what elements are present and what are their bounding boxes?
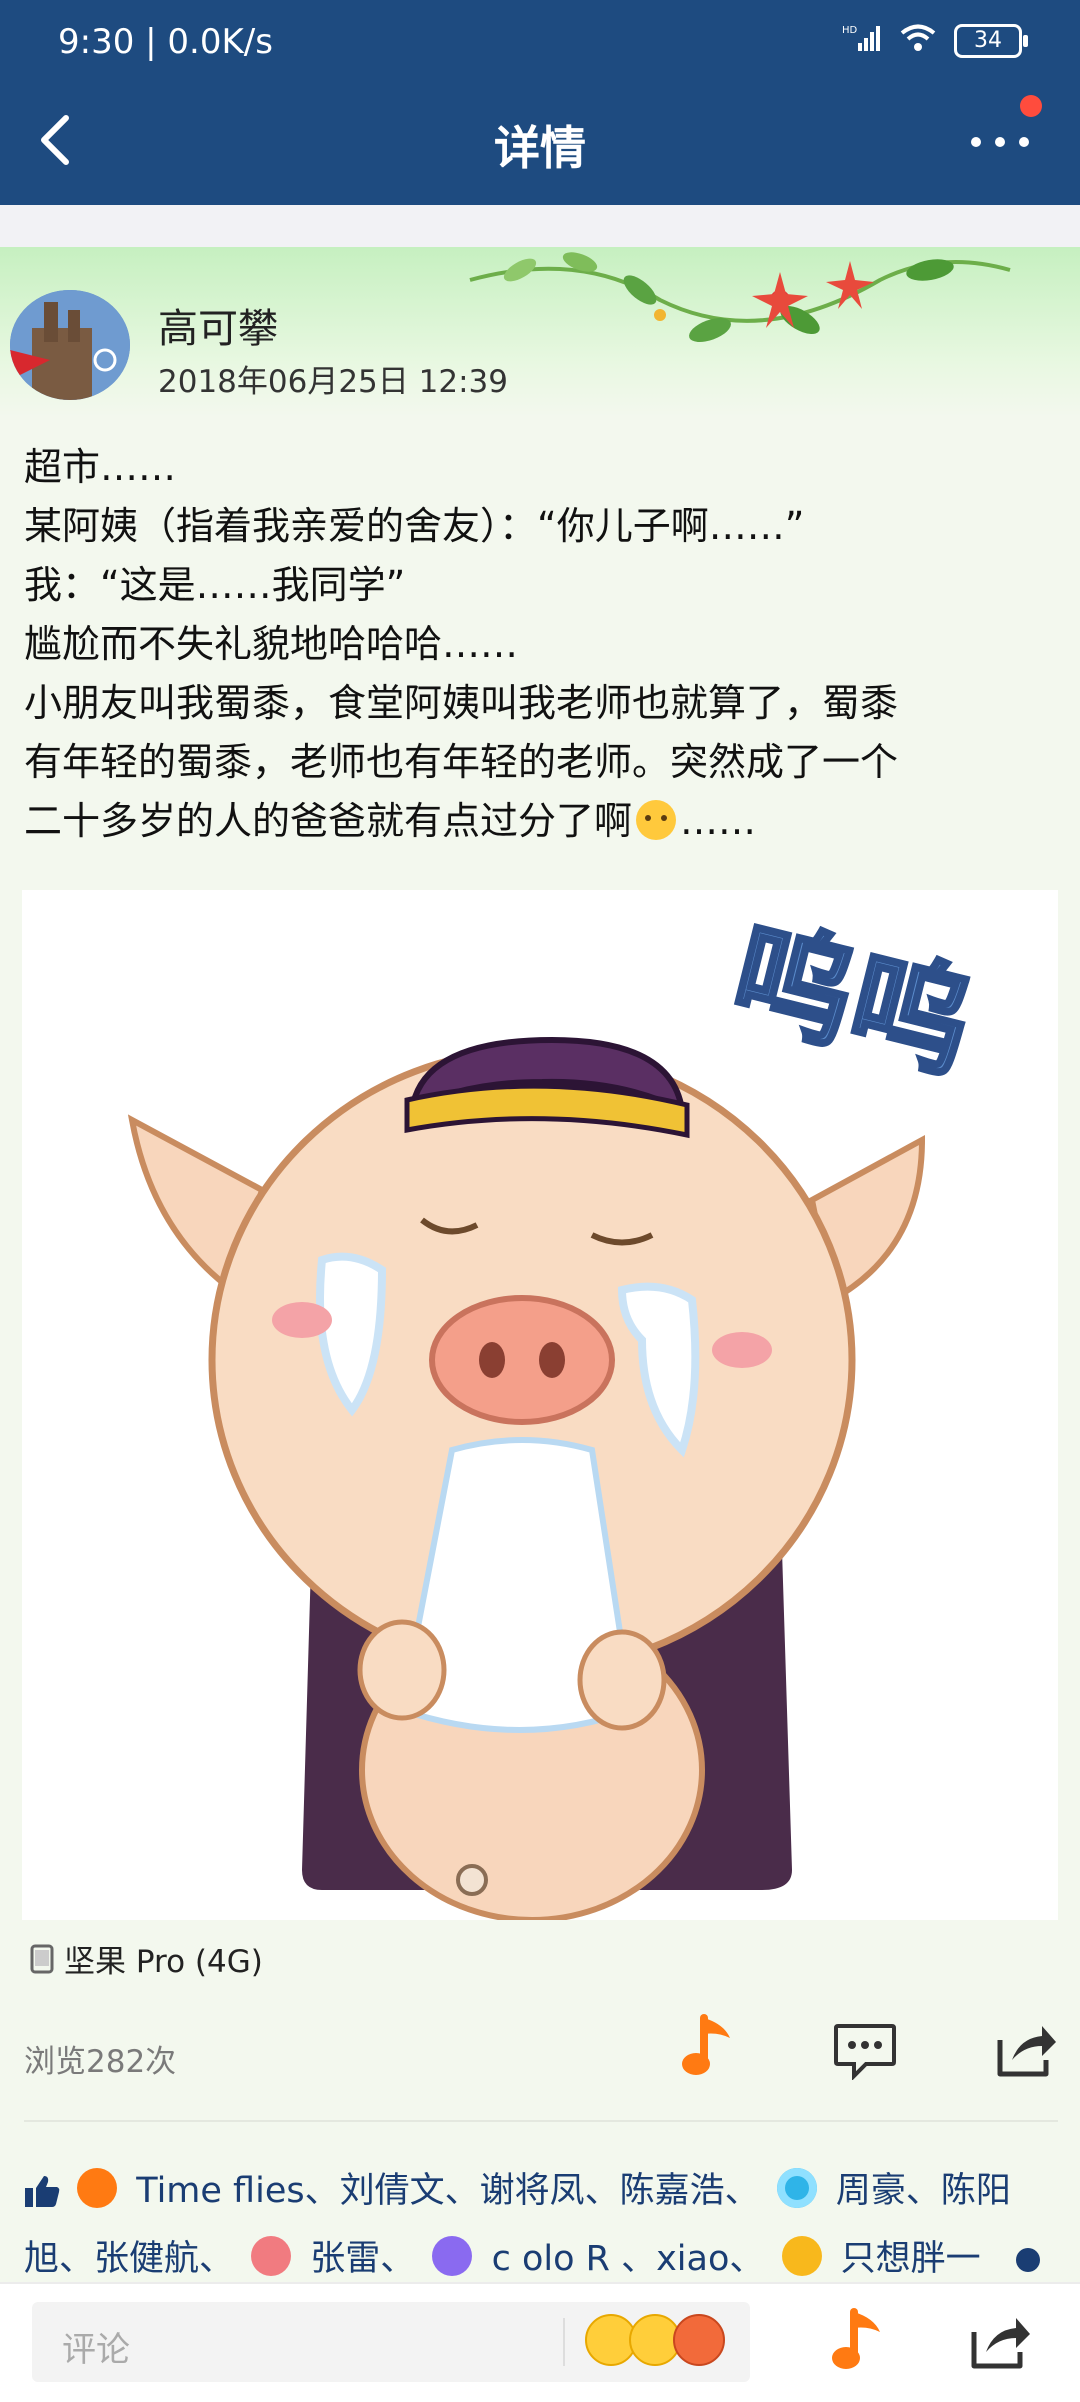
signal-icon: HD: [842, 23, 882, 58]
sticker-text: 呜呜: [719, 904, 985, 1097]
emoji-separator: [563, 2318, 565, 2366]
post-content: 超市…… 某阿姨（指着我亲爱的舍友）：“你儿子啊……” 我：“这是……我同学” …: [24, 438, 1064, 851]
crown-badge-icon: [781, 2236, 822, 2276]
share-icon[interactable]: [964, 2312, 1032, 2372]
content-line-text: 二十多岁的人的爸爸就有点过分了啊: [24, 799, 633, 843]
view-count: 浏览282次: [24, 2044, 177, 2080]
likes-line: 旭、张健航、 张雷、 c olo R 、xiao、 只想胖一: [24, 2228, 1064, 2290]
thumbs-up-icon: [24, 2166, 60, 2228]
likes-list: Time flies、刘倩文、谢将凤、陈嘉浩、 周豪、陈阳 旭、张健航、 张雷、…: [24, 2160, 1064, 2290]
share-icon[interactable]: [990, 2020, 1058, 2080]
likes-line: Time flies、刘倩文、谢将凤、陈嘉浩、 周豪、陈阳: [24, 2160, 1064, 2228]
battery-indicator: 34: [954, 23, 1028, 58]
notification-dot: [1020, 95, 1042, 117]
status-time: 9:30 | 0.0K/s: [58, 22, 273, 62]
liker-names[interactable]: Time flies、刘倩文、谢将凤、陈嘉浩、: [136, 2171, 759, 2211]
page-title: 详情: [494, 121, 586, 175]
post-date: 2018年06月25日 12:39: [158, 364, 508, 400]
bubble-badge-icon: [251, 2236, 292, 2276]
angry-emoji-icon: [673, 2314, 725, 2366]
more-likers-dot-icon: [1015, 2248, 1040, 2272]
author-name[interactable]: 高可攀: [158, 296, 278, 354]
flower-decoration: [469, 252, 1011, 343]
liker-names[interactable]: 只想胖一: [841, 2239, 981, 2279]
more-button[interactable]: [960, 112, 1040, 172]
crying-pig-sticker: 呜呜: [127, 902, 987, 1923]
comment-placeholder: 评论: [62, 2330, 130, 2370]
star-badge-icon: [432, 2236, 473, 2276]
device-name: 坚果 Pro (4G): [64, 1944, 263, 1980]
more-icon: [971, 137, 1029, 147]
emoji-picker-button[interactable]: [585, 2314, 725, 2366]
content-line-ellipsis: ……: [680, 799, 757, 843]
post-image[interactable]: 呜呜: [22, 890, 1058, 1923]
svg-text:HD: HD: [842, 25, 858, 36]
content-line: 小朋友叫我蜀黍，食堂阿姨叫我老师也就算了，蜀黍: [24, 681, 899, 725]
comment-icon[interactable]: [832, 2022, 898, 2080]
liker-names[interactable]: 旭、张健航、: [24, 2239, 234, 2279]
divider: [24, 2120, 1058, 2122]
status-icons: HD 34: [842, 22, 1028, 59]
music-badge-icon: [77, 2168, 118, 2208]
music-note-icon[interactable]: [830, 2304, 890, 2374]
liker-names[interactable]: c olo R 、xiao、: [492, 2239, 765, 2279]
device-icon: [30, 1944, 54, 1973]
device-info: 坚果 Pro (4G): [30, 1936, 263, 1981]
author-avatar[interactable]: [10, 290, 130, 400]
content-line: 二十多岁的人的爸爸就有点过分了啊 ……: [24, 792, 1064, 851]
shy-emoji-icon: [636, 800, 677, 840]
content-line: 有年轻的蜀黍，老师也有年轻的老师。突然成了一个: [24, 740, 899, 784]
ring-badge-icon: [776, 2168, 817, 2208]
content-line: 超市……: [24, 445, 177, 489]
content-line: 某阿姨（指着我亲爱的舍友）：“你儿子啊……”: [24, 504, 805, 548]
content-line: 我：“这是……我同学”: [24, 563, 406, 607]
content-line: 尴尬而不失礼貌地哈哈哈……: [24, 622, 519, 666]
liker-names[interactable]: 张雷、: [310, 2239, 415, 2279]
wifi-icon: [898, 22, 938, 59]
music-note-icon[interactable]: [680, 2010, 740, 2080]
liker-names[interactable]: 周豪、陈阳: [836, 2171, 1011, 2211]
